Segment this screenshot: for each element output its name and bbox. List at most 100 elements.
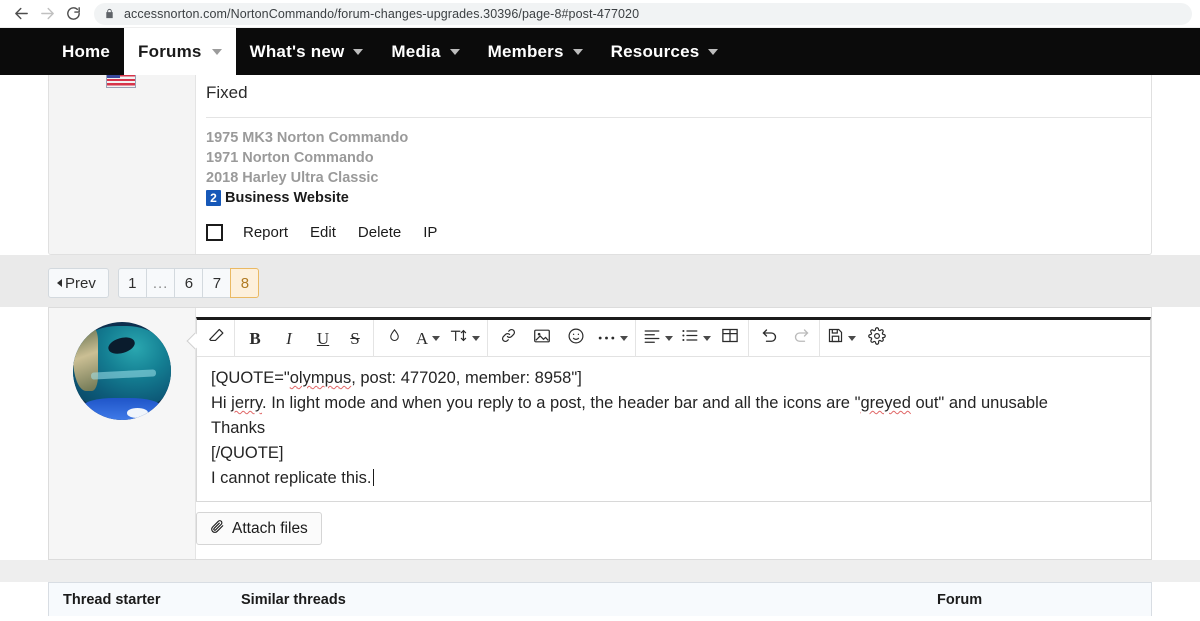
font-family-button[interactable]: A — [411, 320, 445, 357]
nav-item-label: What's new — [250, 42, 345, 62]
nav-item-members[interactable]: Members — [474, 28, 597, 75]
chevron-down-icon[interactable] — [450, 49, 460, 55]
redo-button[interactable] — [786, 320, 820, 357]
pagination-page-7[interactable]: 7 — [202, 268, 231, 298]
arrow-right-icon — [39, 5, 56, 22]
chevron-down-icon — [703, 336, 711, 341]
droplet-icon — [387, 327, 402, 349]
gear-icon — [868, 327, 886, 350]
column-thread-starter[interactable]: Thread starter — [63, 592, 241, 608]
message-line-4: [/QUOTE] — [211, 441, 1138, 466]
pagination-page-8-current[interactable]: 8 — [230, 268, 259, 298]
pagination-ellipsis[interactable]: ... — [146, 268, 176, 298]
rich-text-editor: B I U S A — [196, 317, 1151, 502]
italic-button[interactable]: I — [272, 320, 306, 357]
paperclip-icon — [210, 519, 232, 539]
lock-icon — [104, 7, 115, 20]
user-avatar[interactable] — [73, 322, 171, 420]
post-body-column: Fixed 1975 MK3 Norton Commando 1971 Nort… — [196, 75, 1151, 254]
post-message-text: Fixed — [206, 83, 1151, 117]
signature-line: 2018 Harley Ultra Classic — [206, 168, 1151, 188]
forward-button[interactable] — [34, 1, 60, 27]
smiley-icon — [567, 327, 585, 350]
similar-threads-header-row: Thread starter Similar threads Forum — [49, 583, 1151, 617]
attach-files-button[interactable]: Attach files — [196, 512, 322, 545]
column-similar-threads[interactable]: Similar threads — [241, 592, 937, 608]
chevron-down-icon[interactable] — [573, 49, 583, 55]
message-line-1: [QUOTE="olympus, post: 477020, member: 8… — [211, 366, 1138, 391]
ellipsis-icon — [597, 329, 616, 347]
pagination-page-1[interactable]: 1 — [118, 268, 147, 298]
chevron-down-icon[interactable] — [212, 49, 222, 55]
address-bar[interactable]: accessnorton.com/NortonCommando/forum-ch… — [94, 3, 1192, 25]
text-color-button[interactable] — [377, 320, 411, 357]
insert-table-button[interactable] — [715, 320, 749, 357]
back-button[interactable] — [8, 1, 34, 27]
edit-link[interactable]: Edit — [310, 224, 336, 241]
pagination-strip: Prev 1 ... 6 7 8 — [0, 255, 1200, 307]
signature-line: 1975 MK3 Norton Commando — [206, 128, 1151, 148]
delete-link[interactable]: Delete — [358, 224, 401, 241]
undo-button[interactable] — [752, 320, 786, 357]
column-forum[interactable]: Forum — [937, 592, 1137, 608]
list-button[interactable] — [677, 320, 715, 357]
insert-emoji-button[interactable] — [559, 320, 593, 357]
nav-item-resources[interactable]: Resources — [597, 28, 733, 75]
bold-button[interactable]: B — [238, 320, 272, 357]
chevron-left-icon — [57, 279, 62, 287]
select-post-checkbox[interactable] — [206, 224, 223, 241]
site-navigation: Home Forums What's new Media Members Res… — [0, 28, 1200, 75]
message-line-3: Thanks — [211, 416, 1138, 441]
reply-editor-column: B I U S A — [196, 308, 1151, 559]
underline-button[interactable]: U — [306, 320, 340, 357]
pagination-page-6[interactable]: 6 — [174, 268, 203, 298]
table-icon — [721, 327, 739, 349]
chevron-down-icon — [472, 336, 480, 341]
ip-link[interactable]: IP — [423, 224, 437, 241]
signature-website-link[interactable]: 2 Business Website — [206, 188, 1151, 208]
bold-icon: B — [249, 330, 260, 347]
list-icon — [681, 328, 699, 348]
message-line-2: Hi jerry. In light mode and when you rep… — [211, 391, 1138, 416]
insert-link-button[interactable] — [491, 320, 525, 357]
font-size-button[interactable] — [445, 320, 488, 357]
browser-toolbar: accessnorton.com/NortonCommando/forum-ch… — [0, 0, 1200, 27]
italic-icon: I — [286, 330, 292, 347]
more-options-button[interactable] — [593, 320, 636, 357]
strikethrough-button[interactable]: S — [340, 320, 374, 357]
nav-item-whats-new[interactable]: What's new — [236, 28, 378, 75]
nav-item-media[interactable]: Media — [377, 28, 473, 75]
redo-icon — [792, 327, 811, 350]
insert-image-button[interactable] — [525, 320, 559, 357]
undo-icon — [760, 327, 779, 350]
post-signature: 1975 MK3 Norton Commando 1971 Norton Com… — [206, 117, 1151, 208]
nav-item-home[interactable]: Home — [48, 28, 124, 75]
message-input[interactable]: [QUOTE="olympus, post: 477020, member: 8… — [197, 357, 1150, 501]
editor-settings-button[interactable] — [860, 320, 894, 357]
reload-button[interactable] — [60, 1, 86, 27]
pagination-prev-label: Prev — [65, 275, 96, 292]
page-content: Fixed 1975 MK3 Norton Commando 1971 Nort… — [0, 75, 1200, 621]
reload-icon — [65, 5, 82, 22]
post-action-bar: Report Edit Delete IP — [206, 224, 1151, 241]
chevron-down-icon — [665, 336, 673, 341]
address-bar-url: accessnorton.com/NortonCommando/forum-ch… — [124, 7, 639, 21]
chevron-down-icon[interactable] — [708, 49, 718, 55]
pagination-prev[interactable]: Prev — [48, 268, 109, 298]
link-count-badge: 2 — [206, 190, 221, 206]
chevron-down-icon — [620, 336, 628, 341]
remove-formatting-button[interactable] — [201, 320, 235, 357]
floppy-icon — [827, 327, 844, 349]
chevron-down-icon[interactable] — [353, 49, 363, 55]
strikethrough-icon: S — [350, 330, 359, 347]
align-icon — [643, 328, 661, 348]
signature-line: 1971 Norton Commando — [206, 148, 1151, 168]
chevron-down-icon — [848, 336, 856, 341]
text-align-button[interactable] — [639, 320, 677, 357]
report-link[interactable]: Report — [243, 224, 288, 241]
nav-item-label: Forums — [138, 42, 202, 62]
text-size-icon — [449, 327, 468, 349]
save-draft-button[interactable] — [823, 320, 860, 357]
nav-item-forums[interactable]: Forums — [124, 28, 236, 75]
chevron-down-icon — [432, 336, 440, 341]
